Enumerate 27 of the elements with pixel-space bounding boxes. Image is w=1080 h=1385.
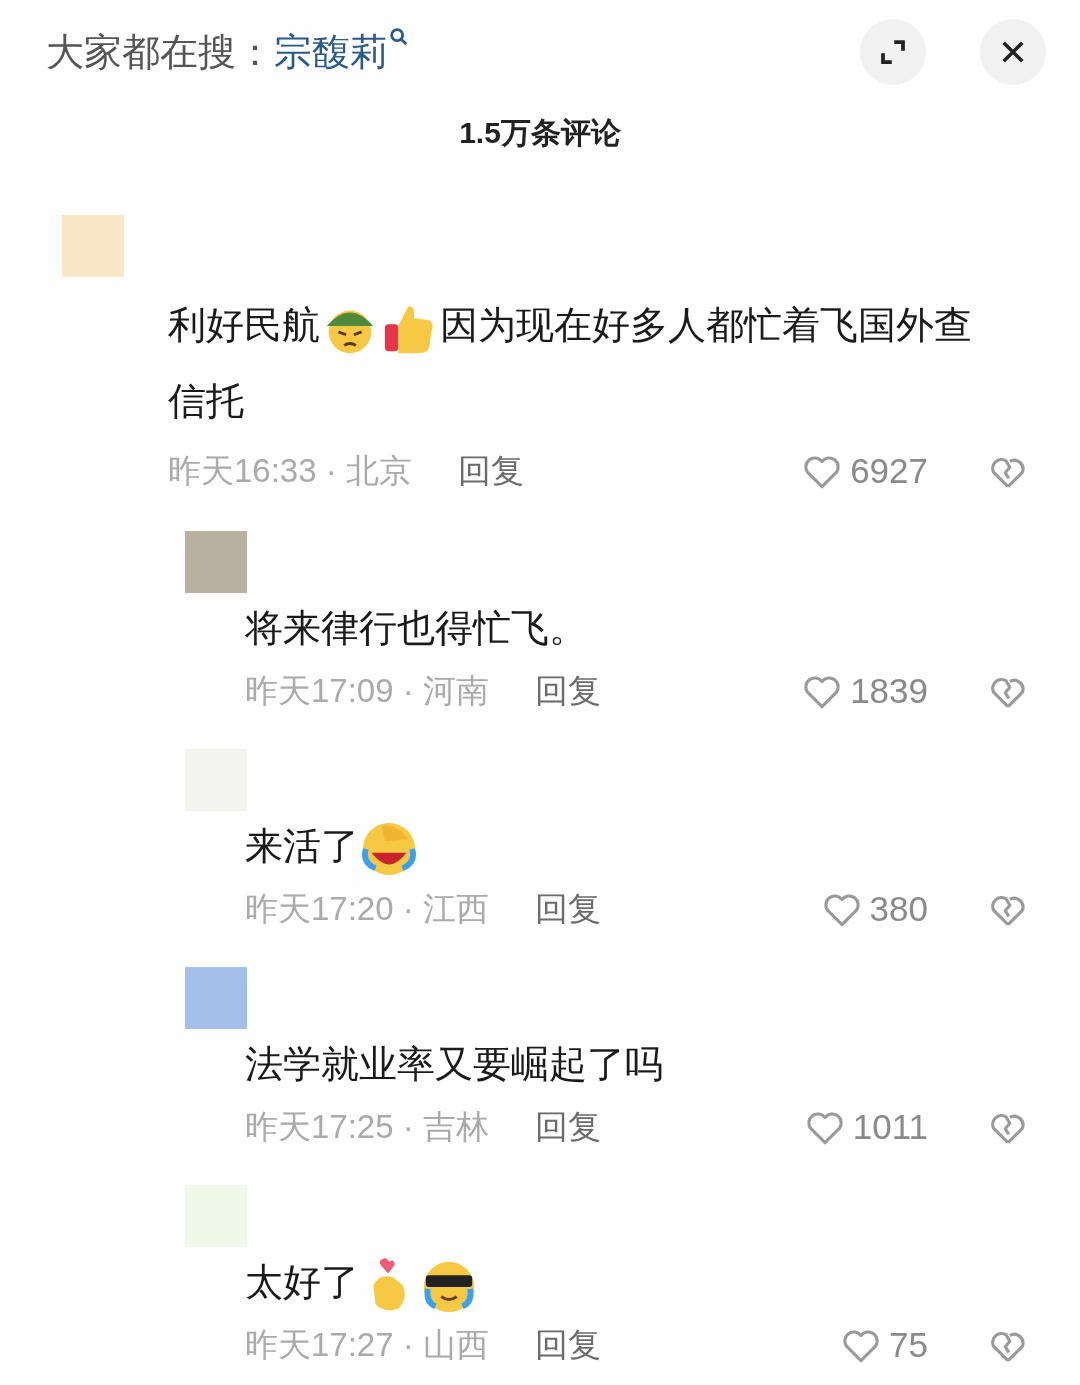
trending-search-link[interactable]: 宗馥莉 [274, 23, 410, 81]
comment-time-location: 昨天17:20 · 江西 [245, 889, 489, 930]
comment-text: 因为现在好多人都忙着飞国外查 [440, 304, 972, 346]
comment-text: 来活了 [245, 825, 359, 867]
comment-count-title: 1.5万条评论 [459, 115, 621, 151]
like-count: 75 [889, 1323, 928, 1366]
reply-link[interactable]: 回复 [457, 446, 524, 496]
reply-link[interactable]: 回复 [534, 1102, 601, 1152]
like-count: 6927 [850, 449, 928, 492]
comment-text: 信托 [168, 380, 244, 422]
trending-search-label: 大家都在搜： [46, 29, 274, 75]
comment-text: 将来律行也得忙飞。 [245, 607, 587, 649]
reply-link[interactable]: 回复 [534, 1320, 601, 1370]
expand-icon [878, 37, 908, 67]
reply-link[interactable]: 回复 [534, 884, 601, 934]
reply-link[interactable]: 回复 [534, 666, 601, 716]
like-count: 380 [869, 887, 928, 930]
comment-text: 法学就业率又要崛起了吗 [245, 1043, 663, 1085]
like-count: 1011 [852, 1105, 928, 1148]
search-icon [388, 25, 410, 48]
comment-time-location: 昨天17:25 · 吉林 [245, 1107, 489, 1148]
comment-time-location: 昨天17:27 · 山西 [245, 1325, 489, 1366]
comment-time-location: 昨天16:33 · 北京 [168, 451, 412, 492]
comment-time-location: 昨天17:09 · 河南 [245, 671, 489, 712]
like-count: 1839 [850, 669, 928, 712]
comment-text: 太好了 [245, 1261, 359, 1303]
comment-text: 利好民航 [168, 304, 320, 346]
